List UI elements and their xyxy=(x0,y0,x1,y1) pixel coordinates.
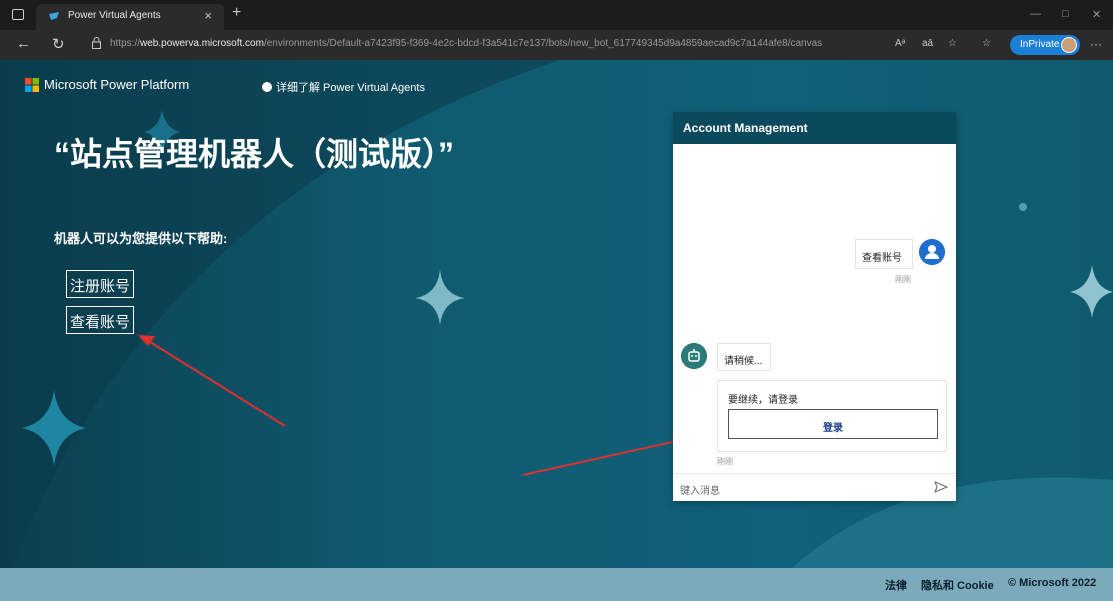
login-prompt: 要继续，请登录 xyxy=(728,395,798,406)
more-options-icon[interactable]: ··· xyxy=(1090,37,1102,51)
login-card: 要继续，请登录 登录 xyxy=(717,380,947,452)
maximize-icon[interactable]: □ xyxy=(1062,8,1069,20)
window-menu-icon[interactable] xyxy=(12,9,24,20)
brand-title: Microsoft Power Platform xyxy=(44,77,190,92)
copyright-text: © Microsoft 2022 xyxy=(1008,577,1097,589)
back-icon[interactable]: ← xyxy=(16,35,31,52)
message-input[interactable]: 键入消息 xyxy=(673,473,956,501)
browser-toolbar: ← ↻ https://web.powerva.microsoft.com/en… xyxy=(0,30,1113,60)
favorite-star-icon[interactable]: ☆ xyxy=(948,38,957,49)
close-window-icon[interactable]: ✕ xyxy=(1092,8,1101,21)
legal-link[interactable]: 法律 xyxy=(885,577,907,593)
read-aloud-icon[interactable]: Aᵃ xyxy=(895,38,905,49)
page-title: “站点管理机器人（测试版）” xyxy=(54,136,455,172)
page-subtitle: 机器人可以为您提供以下帮助: xyxy=(54,231,228,246)
tab-title: Power Virtual Agents xyxy=(68,10,161,21)
bot-message-time: 刚刚 xyxy=(717,457,733,466)
translate-icon[interactable]: aā xyxy=(922,38,933,49)
chat-widget: Account Management 查看账号 刚刚 请稍候... 要继续，请登… xyxy=(673,112,956,501)
register-account-option[interactable]: 注册账号 xyxy=(66,270,135,298)
page-canvas: Microsoft Power Platform 详细了解 Power Virt… xyxy=(0,60,1113,601)
send-icon[interactable] xyxy=(934,481,948,493)
inprivate-badge[interactable]: InPrivate xyxy=(1010,35,1080,55)
login-button[interactable]: 登录 xyxy=(728,409,938,439)
learn-more-link[interactable]: 详细了解 Power Virtual Agents xyxy=(262,79,425,95)
minimize-icon[interactable]: — xyxy=(1030,8,1041,20)
bot-message: 请稍候... xyxy=(717,343,771,371)
user-avatar-icon xyxy=(919,239,945,265)
page-footer: 法律 隐私和 Cookie © Microsoft 2022 xyxy=(0,568,1113,601)
address-bar[interactable]: https://web.powerva.microsoft.com/enviro… xyxy=(84,34,866,56)
bot-icon xyxy=(262,82,272,92)
message-input-placeholder: 键入消息 xyxy=(680,486,720,497)
url-text: https://web.powerva.microsoft.com/enviro… xyxy=(110,38,823,49)
privacy-cookie-link[interactable]: 隐私和 Cookie xyxy=(921,577,994,593)
user-message-time: 刚刚 xyxy=(895,275,911,284)
refresh-icon[interactable]: ↻ xyxy=(52,35,65,53)
tab-close-icon[interactable]: × xyxy=(204,8,212,23)
user-message: 查看账号 xyxy=(855,239,913,269)
microsoft-logo-icon xyxy=(25,78,39,92)
inprivate-label: InPrivate xyxy=(1020,39,1060,50)
lock-icon xyxy=(92,37,101,49)
power-virtual-agents-favicon-icon xyxy=(49,12,59,20)
browser-tab[interactable]: Power Virtual Agents × xyxy=(36,4,224,30)
bot-avatar-icon xyxy=(681,343,707,369)
favorites-list-icon[interactable]: ☆ xyxy=(982,38,991,49)
profile-avatar xyxy=(1061,37,1077,53)
view-account-option[interactable]: 查看账号 xyxy=(66,306,135,334)
new-tab-button[interactable]: + xyxy=(232,4,241,22)
chat-title: Account Management xyxy=(673,112,956,144)
browser-tab-bar: Power Virtual Agents × + — □ ✕ xyxy=(0,0,1113,30)
